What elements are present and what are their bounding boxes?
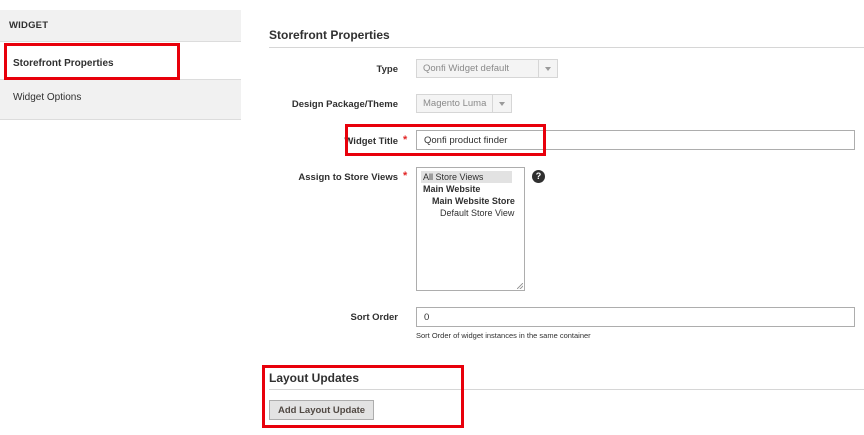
highlight-box (345, 124, 546, 156)
theme-label: Design Package/Theme (291, 99, 398, 110)
sort-order-label: Sort Order (350, 312, 398, 323)
store-views-multiselect[interactable]: All Store Views Main Website Main Websit… (416, 167, 525, 291)
sort-order-value: 0 (424, 312, 430, 323)
store-view-option[interactable]: All Store Views (421, 171, 512, 183)
store-view-option[interactable]: Main Website (421, 183, 524, 195)
theme-select: Magento Luma (416, 94, 512, 113)
type-select: Qonfi Widget default (416, 59, 558, 78)
type-label: Type (376, 64, 398, 75)
store-view-option[interactable]: Main Website Store (421, 195, 524, 207)
type-select-value: Qonfi Widget default (423, 63, 510, 74)
chevron-down-icon (492, 95, 511, 112)
sidebar-item-widget-options[interactable]: Widget Options (0, 79, 241, 120)
store-view-option[interactable]: Default Store View (421, 207, 524, 219)
sidebar-header: WIDGET (0, 10, 241, 42)
section-divider (269, 47, 864, 48)
highlight-box (4, 43, 180, 80)
chevron-down-icon (538, 60, 557, 77)
theme-select-value: Magento Luma (423, 98, 487, 109)
resize-handle[interactable] (517, 283, 523, 289)
highlight-box (262, 365, 464, 428)
sort-order-input[interactable]: 0 (416, 307, 855, 327)
required-asterisk: * (403, 170, 408, 182)
sort-order-note: Sort Order of widget instances in the sa… (416, 331, 591, 340)
section-title-storefront: Storefront Properties (269, 28, 390, 42)
help-icon[interactable]: ? (532, 170, 545, 183)
store-views-label: Assign to Store Views (298, 172, 398, 183)
